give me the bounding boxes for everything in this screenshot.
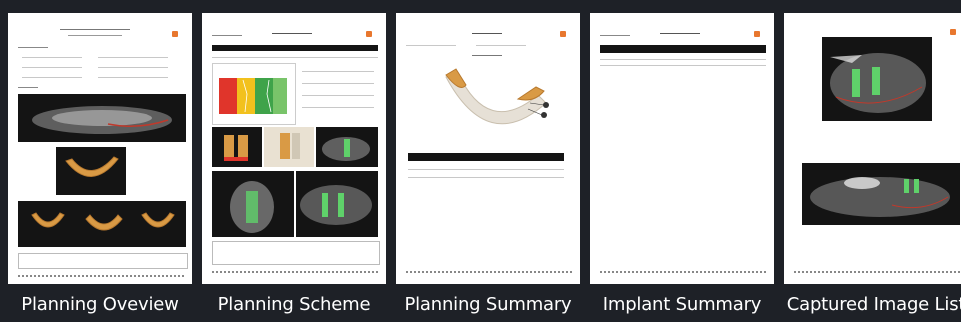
- implant-table-header: [600, 45, 766, 53]
- report-subtitle: [68, 35, 122, 36]
- implant-table-row: [600, 59, 766, 60]
- thumbnail-planning-scheme[interactable]: Planning Scheme: [202, 13, 386, 321]
- summary-table-header: [408, 153, 564, 161]
- thumbnail-label: Implant Summary: [602, 294, 762, 315]
- 3d-jaw-render: [56, 147, 126, 195]
- captured-panoramic-image: [802, 163, 960, 225]
- panoramic-ct-image: [18, 94, 186, 142]
- info-row: [22, 77, 82, 78]
- planning-summary-preview: [396, 13, 580, 284]
- report-title: [472, 33, 502, 34]
- page-footer: [18, 275, 186, 277]
- planning-scheme-preview: [202, 13, 386, 284]
- thumbnail-captured-image-list[interactable]: Captured Image List: [784, 13, 961, 321]
- table-header: [212, 45, 378, 51]
- 3d-arch-render: [426, 63, 556, 143]
- thumbnail-label: Planning Oveview: [21, 294, 179, 315]
- 3d-views-row: [18, 201, 186, 247]
- notes-box: [212, 241, 380, 265]
- implant-table-row: [600, 65, 766, 66]
- info-row: [302, 71, 374, 72]
- report-title: [660, 33, 700, 34]
- tooth-render: [264, 127, 314, 167]
- page-footer: [406, 271, 572, 273]
- info-row: [22, 67, 82, 68]
- info-row: [98, 57, 168, 58]
- section-heading: [18, 87, 38, 88]
- report-title: [60, 29, 130, 30]
- thumbnail-label: Planning Summary: [404, 294, 572, 315]
- thumbnail-planning-overview[interactable]: Planning Oveview: [8, 13, 192, 321]
- summary-table-row: [408, 169, 564, 170]
- thumbnail-label: Captured Image List: [786, 294, 961, 315]
- section-heading: [18, 47, 48, 48]
- logo-icon: [366, 31, 372, 37]
- page-footer: [794, 271, 960, 273]
- summary-table-row: [408, 177, 564, 178]
- logo-icon: [172, 31, 178, 37]
- info-row: [406, 45, 456, 46]
- info-row: [302, 107, 374, 108]
- thumbnail-implant-summary[interactable]: Implant Summary: [590, 13, 774, 321]
- info-row: [98, 67, 168, 68]
- bone-density-chart: [212, 63, 296, 125]
- table-row: [212, 57, 378, 58]
- cross-section-view: [212, 171, 294, 237]
- page-footer: [212, 271, 378, 273]
- report-thumbnail-strip: Planning Oveview Planning Scheme Plannin…: [0, 0, 961, 322]
- captured-image-list-preview: [784, 13, 961, 284]
- report-header: [212, 35, 242, 36]
- logo-icon: [754, 31, 760, 37]
- panoramic-slice-view: [296, 171, 378, 237]
- captured-ct-image: [822, 37, 932, 121]
- notes-box: [18, 253, 188, 269]
- page-footer: [600, 271, 766, 273]
- info-row: [302, 95, 374, 96]
- thumbnail-label: Planning Scheme: [217, 294, 371, 315]
- ct-slice-view: [316, 127, 378, 167]
- report-header: [600, 35, 630, 36]
- info-row: [22, 57, 82, 58]
- tooth-3d-view: [212, 127, 262, 167]
- implant-summary-preview: [590, 13, 774, 284]
- report-title: [272, 33, 312, 34]
- info-row: [302, 83, 374, 84]
- planning-overview-preview: [8, 13, 192, 284]
- logo-icon: [950, 29, 956, 35]
- logo-icon: [560, 31, 566, 37]
- info-row: [98, 77, 168, 78]
- section-heading: [472, 55, 502, 56]
- thumbnail-planning-summary[interactable]: Planning Summary: [396, 13, 580, 321]
- info-row: [476, 45, 526, 46]
